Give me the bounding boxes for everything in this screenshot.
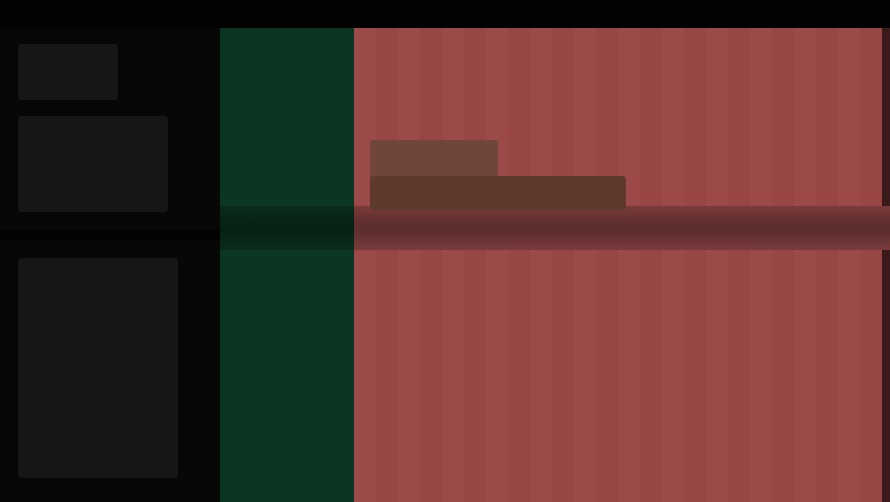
track-header-divider[interactable]	[220, 206, 354, 250]
track-header-lane[interactable]	[220, 28, 354, 502]
right-edge-shade	[882, 28, 890, 502]
sidebar-panel-2[interactable]	[18, 116, 168, 212]
editor-window	[0, 0, 890, 502]
sidebar-divider	[0, 230, 220, 240]
sidebar-panel-3[interactable]	[18, 258, 178, 478]
clip-block-upper[interactable]	[370, 140, 498, 180]
clip-region-texture	[354, 28, 882, 502]
clip-region[interactable]	[354, 28, 882, 502]
top-toolbar	[0, 0, 890, 28]
sidebar-panel-1[interactable]	[18, 44, 118, 100]
left-sidebar	[0, 28, 220, 502]
clip-block-lower[interactable]	[370, 176, 626, 210]
